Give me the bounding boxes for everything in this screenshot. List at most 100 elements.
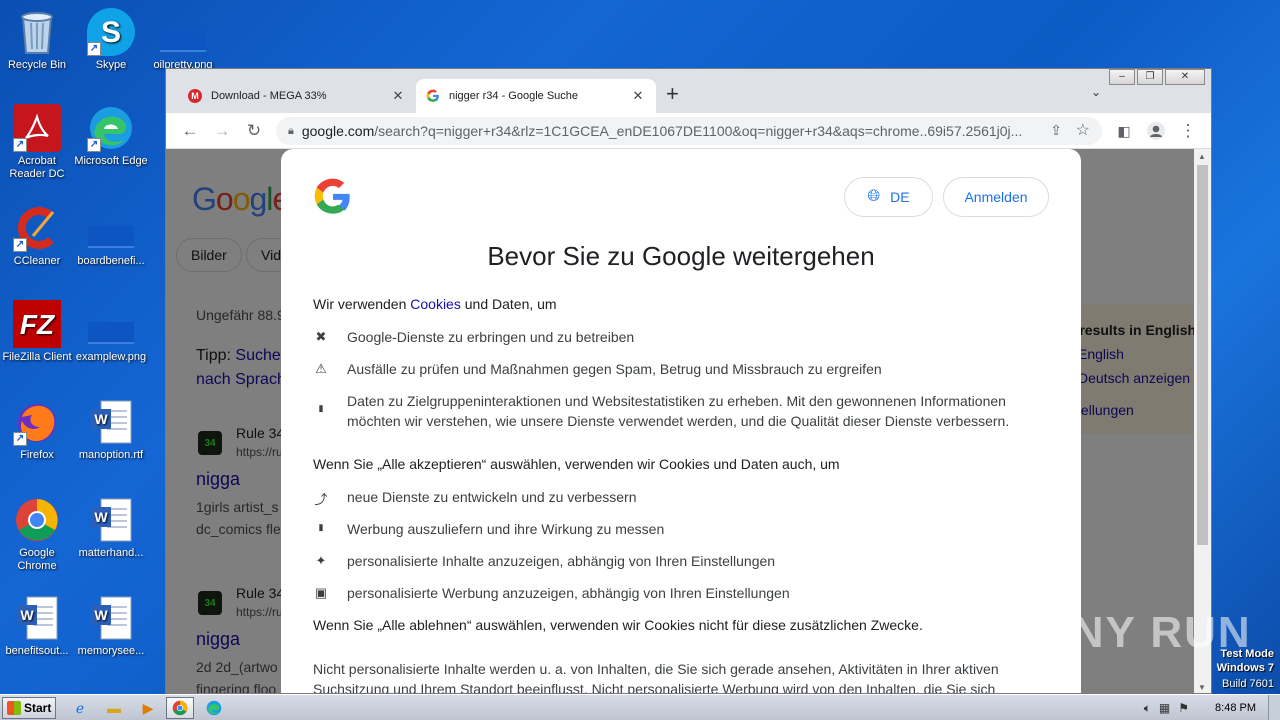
tab-google-search[interactable]: nigger r34 - Google Suche ✕ xyxy=(416,79,656,113)
windows-version-label: Windows 7 xyxy=(1216,662,1274,674)
internet-explorer-icon[interactable]: ℯ xyxy=(66,697,94,719)
word-document-icon: W xyxy=(13,594,61,642)
trend-icon: ⤴ xyxy=(314,492,328,507)
desktop-icon-label: Microsoft Edge xyxy=(74,155,148,167)
edge-icon: ↗ xyxy=(87,104,135,152)
show-desktop-button[interactable] xyxy=(1268,695,1280,720)
desktop-icon-ccleaner[interactable]: ↗ CCleaner xyxy=(0,204,74,268)
consent-item: personalisierte Inhalte anzuzeigen, abhä… xyxy=(347,553,776,569)
svg-text:W: W xyxy=(20,607,34,623)
desktop-icon-label: Acrobat Reader DC xyxy=(9,155,65,180)
profile-avatar-icon[interactable] xyxy=(1144,119,1168,143)
desktop-icon-acrobat[interactable]: ↗ Acrobat Reader DC xyxy=(0,104,74,181)
taskbar: Start ℯ ▬ ▶ 🔈︎ ▦ ⚑ 8:48 PM xyxy=(0,694,1280,720)
tab-title: nigger r34 - Google Suche xyxy=(449,90,579,102)
test-mode-label: Test Mode xyxy=(1220,648,1274,660)
desktop-icon-label: Recycle Bin xyxy=(7,59,67,71)
tab-search-chevron-icon[interactable]: ⌄ xyxy=(1091,85,1101,99)
url-domain: google.com xyxy=(301,123,375,139)
system-tray: 🔈︎ ▦ ⚑ 8:48 PM xyxy=(1144,695,1280,720)
scrollbar-thumb[interactable] xyxy=(1197,165,1208,545)
lock-icon: 🔒︎ xyxy=(288,124,294,137)
volume-icon[interactable]: 🔈︎ xyxy=(1144,701,1151,716)
word-document-icon: W xyxy=(87,594,135,642)
ccleaner-icon: ↗ xyxy=(13,204,61,252)
media-player-icon[interactable]: ▶ xyxy=(134,697,162,719)
shortcut-arrow-icon: ↗ xyxy=(13,238,27,252)
warning-icon: ⚠ xyxy=(315,361,327,376)
scroll-down-icon[interactable]: ▼ xyxy=(1198,683,1206,692)
filezilla-icon: FZ xyxy=(13,300,61,348)
reload-icon[interactable]: ↻ xyxy=(242,119,266,143)
consent-dialog: 🌐︎ DE Anmelden Bevor Sie zu Google weite… xyxy=(281,149,1081,693)
chrome-taskbar-icon[interactable] xyxy=(166,697,194,719)
start-button[interactable]: Start xyxy=(2,697,56,719)
desktop-icon-examplew[interactable]: examplew.png xyxy=(74,300,148,364)
bookmark-star-icon[interactable]: ☆ xyxy=(1076,120,1090,140)
sign-in-button[interactable]: Anmelden xyxy=(943,177,1049,217)
start-label: Start xyxy=(24,701,52,715)
desktop-icon-manoption[interactable]: W manoption.rtf xyxy=(74,398,148,462)
network-icon[interactable]: ▦ xyxy=(1159,701,1170,715)
svg-text:W: W xyxy=(94,411,108,427)
ad-icon: ▣ xyxy=(314,585,328,600)
close-window-button[interactable]: ✕ xyxy=(1165,69,1205,85)
tab-mega-download[interactable]: M Download - MEGA 33% ✕ xyxy=(178,79,416,113)
desktop-icon-matterhand[interactable]: W matterhand... xyxy=(74,496,148,560)
consent-item: Google-Dienste zu erbringen und zu betre… xyxy=(347,329,635,345)
cookies-link[interactable]: Cookies xyxy=(410,296,461,312)
chrome-menu-icon[interactable]: ⋮ xyxy=(1176,119,1200,143)
word-document-icon: W xyxy=(87,398,135,446)
forward-arrow-icon[interactable]: → xyxy=(210,119,234,143)
bar-chart-icon: ▮ xyxy=(318,403,324,413)
back-arrow-icon[interactable]: ← xyxy=(178,119,202,143)
share-icon[interactable]: ⇪ xyxy=(1050,122,1062,139)
edge-taskbar-icon[interactable] xyxy=(200,697,228,719)
shortcut-arrow-icon: ↗ xyxy=(13,138,27,152)
desktop-icon-label: manoption.rtf xyxy=(78,449,144,461)
build-number-label: Build 7601 xyxy=(1222,678,1274,690)
consent-item: Ausfälle zu prüfen und Maßnahmen gegen S… xyxy=(347,361,882,377)
consent-item: Werbung auszuliefern und ihre Wirkung zu… xyxy=(347,521,665,537)
firefox-icon: ↗ xyxy=(13,398,61,446)
reject-text: Wenn Sie „Alle ablehnen“ auswählen, verw… xyxy=(313,617,923,633)
desktop-icon-recycle-bin[interactable]: Recycle Bin xyxy=(0,8,74,72)
desktop-icon-edge[interactable]: ↗ Microsoft Edge xyxy=(74,104,148,168)
globe-icon: 🌐︎ xyxy=(867,188,881,205)
browser-toolbar: ← → ↻ 🔒︎ google.com/search?q=nigger+r34&… xyxy=(166,113,1211,149)
action-center-flag-icon[interactable]: ⚑ xyxy=(1178,701,1189,715)
consent-item: personalisierte Werbung anzuzeigen, abhä… xyxy=(347,585,790,601)
recycle-bin-icon xyxy=(13,8,61,56)
desktop-icon-chrome[interactable]: Google Chrome xyxy=(0,496,74,573)
consent-title: Bevor Sie zu Google weitergehen xyxy=(487,241,875,271)
scroll-up-icon[interactable]: ▲ xyxy=(1198,152,1206,161)
desktop-icon-label: matterhand... xyxy=(78,547,144,559)
side-panel-icon[interactable]: ◧ xyxy=(1112,119,1136,143)
file-explorer-icon[interactable]: ▬ xyxy=(100,697,128,719)
windows-logo-icon xyxy=(7,701,21,715)
desktop-icon-benefitsout[interactable]: W benefitsout... xyxy=(0,594,74,658)
desktop-icon-filezilla[interactable]: FZ FileZilla Client xyxy=(0,300,74,364)
new-tab-button[interactable]: + xyxy=(666,81,679,107)
desktop-icon-label: CCleaner xyxy=(13,255,61,267)
acrobat-icon: ↗ xyxy=(13,104,61,152)
svg-text:W: W xyxy=(94,509,108,525)
image-file-icon xyxy=(87,204,135,252)
desktop-icon-oilpretty[interactable]: oilpretty.png xyxy=(146,8,220,72)
tab-close-icon[interactable]: ✕ xyxy=(630,88,646,104)
address-bar[interactable]: 🔒︎ google.com/search?q=nigger+r34&rlz=1C… xyxy=(276,117,1102,145)
maximize-button[interactable]: ❐ xyxy=(1137,69,1163,85)
desktop-icon-label: Firefox xyxy=(20,449,54,461)
tab-close-icon[interactable]: ✕ xyxy=(390,88,406,104)
address-url: google.com/search?q=nigger+r34&rlz=1C1GC… xyxy=(302,123,1042,139)
language-button[interactable]: 🌐︎ DE xyxy=(844,177,933,217)
desktop-icon-boardbenefi[interactable]: boardbenefi... xyxy=(74,204,148,268)
desktop-icon-memorysee[interactable]: W memorysee... xyxy=(74,594,148,658)
shortcut-arrow-icon: ↗ xyxy=(13,432,27,446)
clock[interactable]: 8:48 PM xyxy=(1215,702,1256,714)
svg-text:W: W xyxy=(94,607,108,623)
word-document-icon: W xyxy=(87,496,135,544)
desktop-icon-skype[interactable]: S ↗ Skype xyxy=(74,8,148,72)
minimize-button[interactable]: – xyxy=(1109,69,1135,85)
desktop-icon-firefox[interactable]: ↗ Firefox xyxy=(0,398,74,462)
